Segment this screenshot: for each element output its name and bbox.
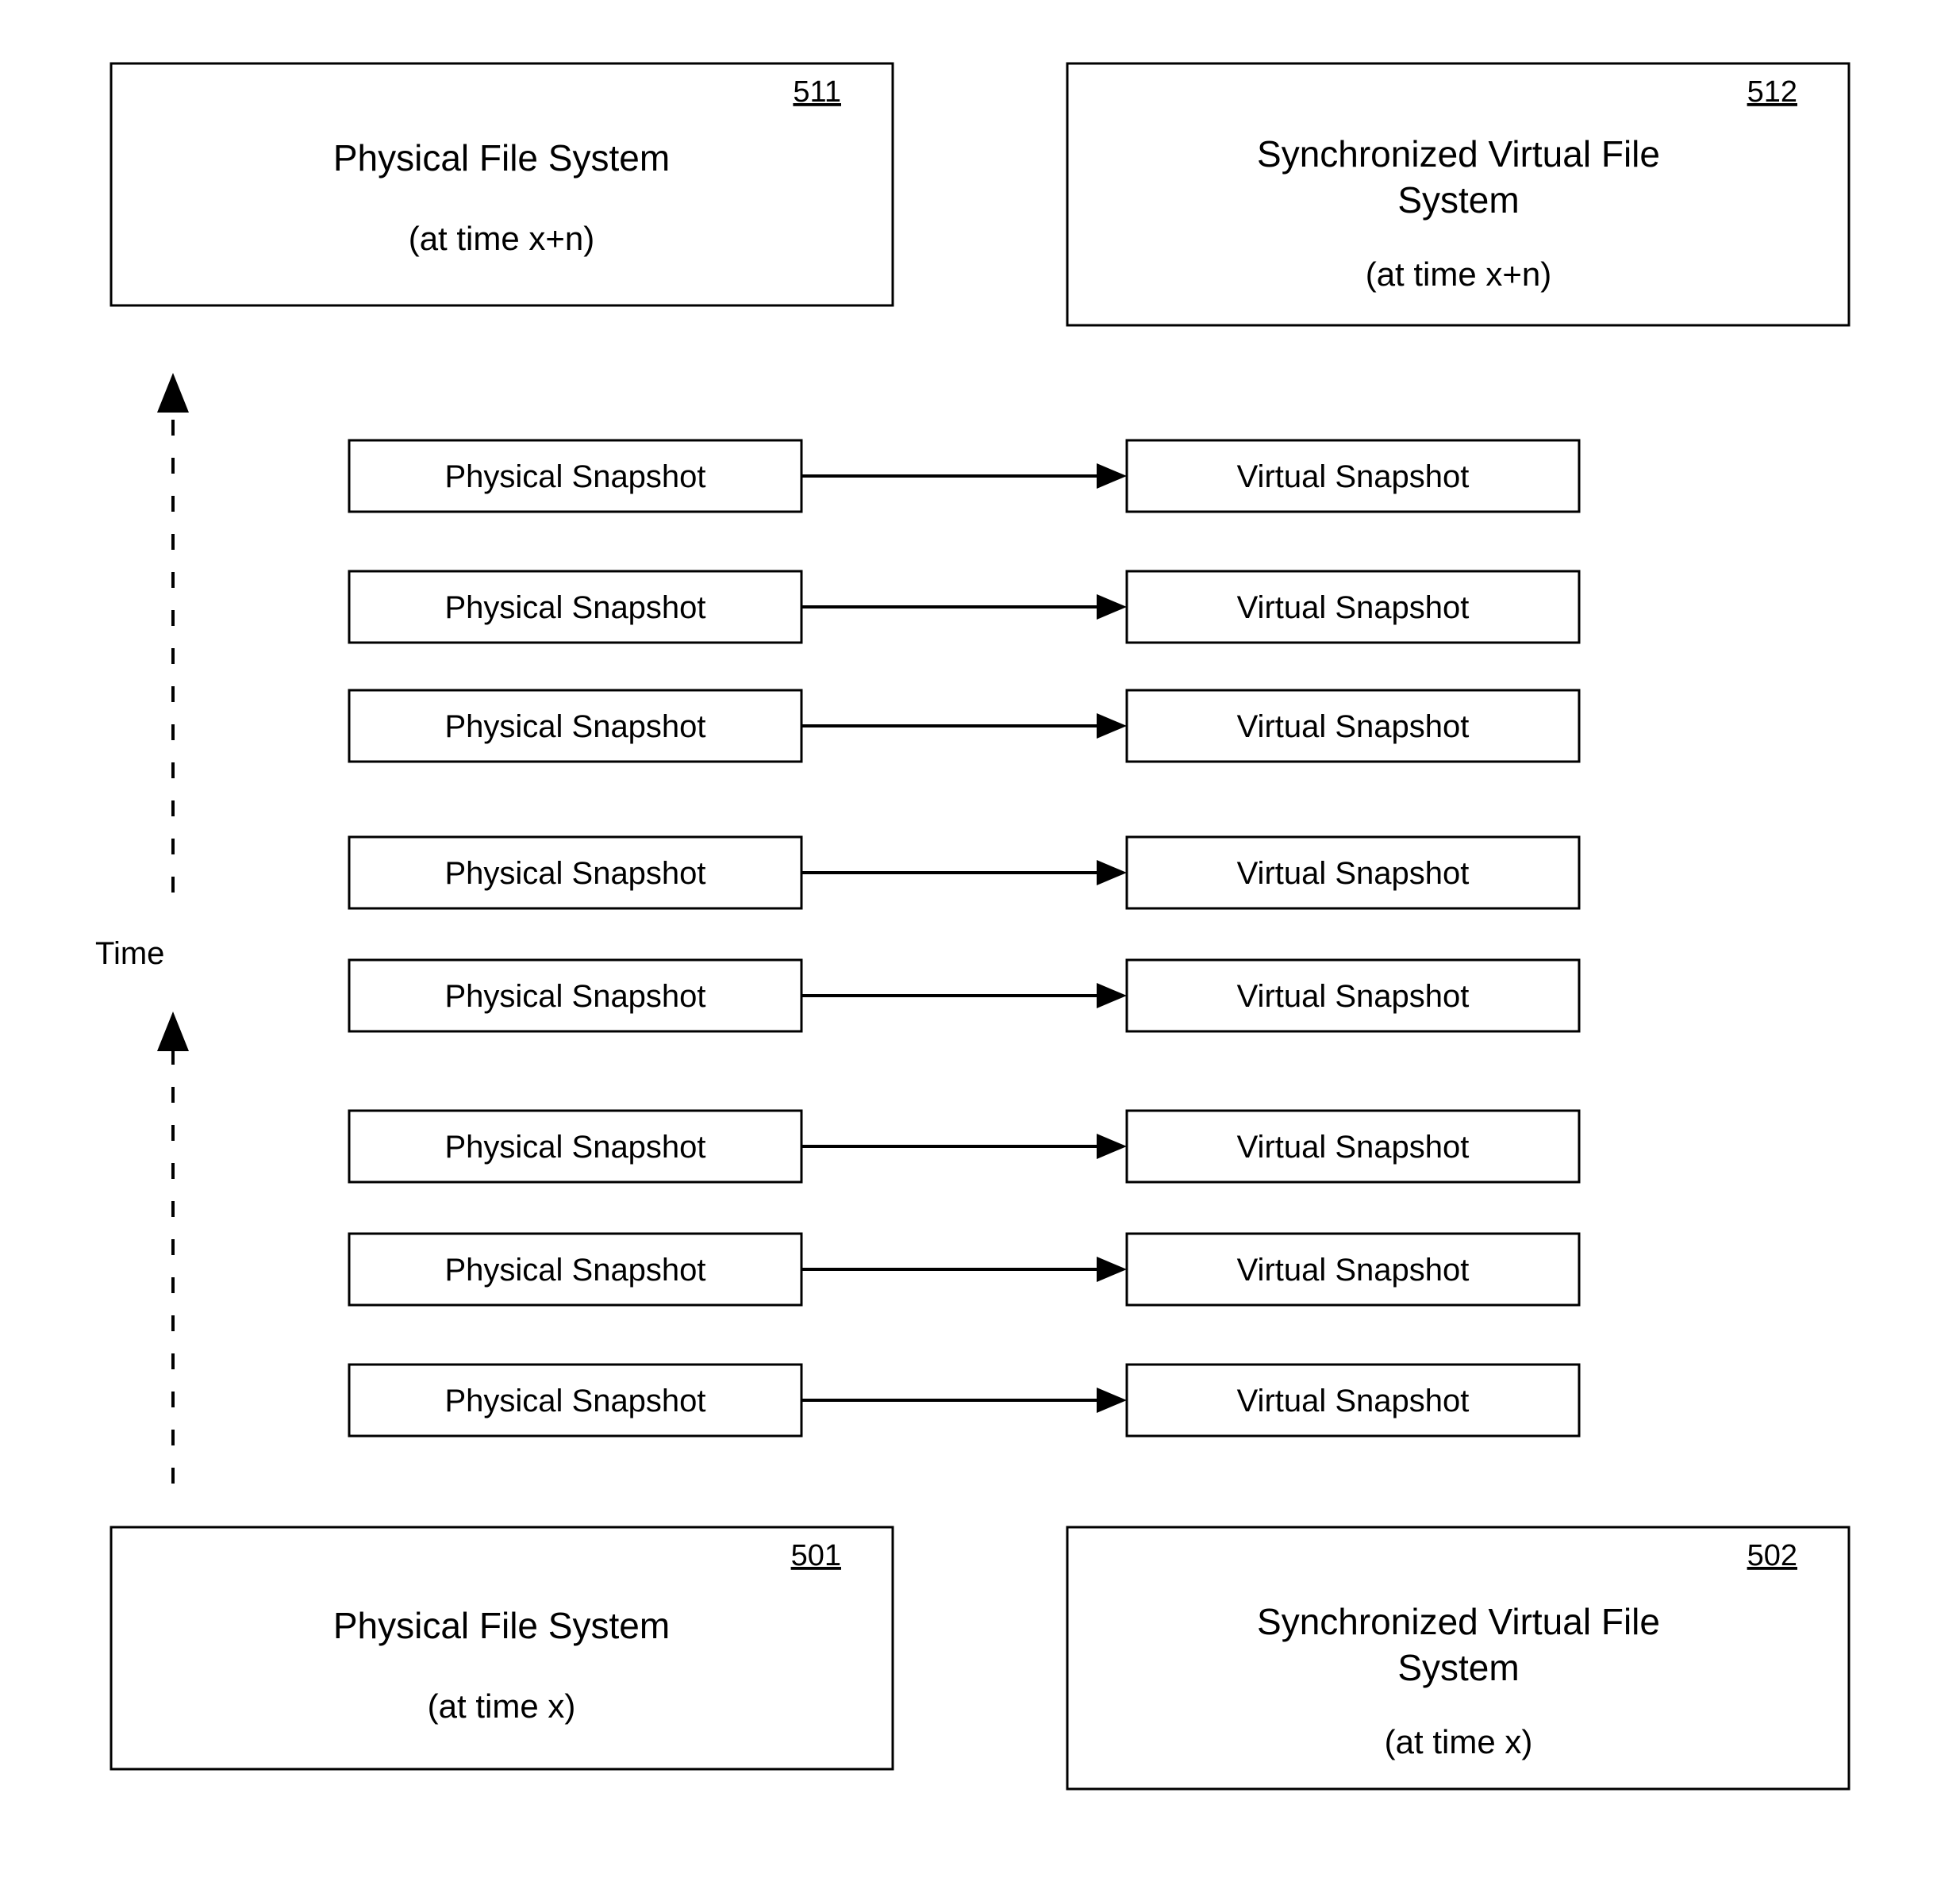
- ref-511: 511: [793, 75, 841, 109]
- label-virtual-file-system-x-2: System: [1397, 1647, 1519, 1688]
- box-physical-file-system-x: 501 Physical File System (at time x): [111, 1527, 893, 1769]
- snapshot-row: Physical Snapshot Virtual Snapshot: [349, 440, 1579, 512]
- arrow-right-icon: [1097, 463, 1127, 489]
- arrow-right-icon: [1097, 1257, 1127, 1282]
- label-virtual-file-system-xn-1: Synchronized Virtual File: [1257, 133, 1660, 175]
- label-time-x-right: (at time x): [1385, 1723, 1533, 1760]
- arrow-right-icon: [1097, 594, 1127, 620]
- arrow-right-icon: [1097, 1134, 1127, 1159]
- label-time-xn-left: (at time x+n): [409, 220, 595, 257]
- ref-501: 501: [791, 1539, 841, 1572]
- physical-snapshot-label: Physical Snapshot: [444, 459, 705, 494]
- box-virtual-file-system-x: 502 Synchronized Virtual File System (at…: [1067, 1527, 1849, 1789]
- box-physical-file-system-xn: 511 Physical File System (at time x+n): [111, 63, 893, 305]
- label-physical-file-system-x: Physical File System: [333, 1605, 670, 1646]
- time-axis: Time: [95, 373, 189, 1484]
- label-time-x-left: (at time x): [428, 1687, 576, 1725]
- snapshot-row: Physical Snapshot Virtual Snapshot: [349, 1111, 1579, 1182]
- arrow-right-icon: [1097, 983, 1127, 1008]
- ref-502: 502: [1747, 1539, 1797, 1572]
- virtual-snapshot-label: Virtual Snapshot: [1237, 856, 1470, 891]
- arrow-right-icon: [1097, 713, 1127, 739]
- label-physical-file-system-xn: Physical File System: [333, 137, 670, 179]
- label-time-xn-right: (at time x+n): [1366, 255, 1552, 293]
- label-virtual-file-system-x-1: Synchronized Virtual File: [1257, 1601, 1660, 1642]
- virtual-snapshot-label: Virtual Snapshot: [1237, 1253, 1470, 1288]
- virtual-snapshot-label: Virtual Snapshot: [1237, 709, 1470, 744]
- snapshot-row: Physical Snapshot Virtual Snapshot: [349, 571, 1579, 643]
- snapshot-row: Physical Snapshot Virtual Snapshot: [349, 837, 1579, 908]
- snapshot-row: Physical Snapshot Virtual Snapshot: [349, 960, 1579, 1031]
- physical-snapshot-label: Physical Snapshot: [444, 709, 705, 744]
- label-time: Time: [95, 936, 164, 971]
- virtual-snapshot-label: Virtual Snapshot: [1237, 979, 1470, 1014]
- arrow-up-icon: [157, 1012, 189, 1051]
- physical-snapshot-label: Physical Snapshot: [444, 979, 705, 1014]
- virtual-snapshot-label: Virtual Snapshot: [1237, 459, 1470, 494]
- arrow-up-icon: [157, 373, 189, 413]
- box-virtual-file-system-xn: 512 Synchronized Virtual File System (at…: [1067, 63, 1849, 325]
- physical-snapshot-label: Physical Snapshot: [444, 856, 705, 891]
- arrow-right-icon: [1097, 860, 1127, 885]
- physical-snapshot-label: Physical Snapshot: [444, 1384, 705, 1418]
- label-virtual-file-system-xn-2: System: [1397, 179, 1519, 221]
- arrow-right-icon: [1097, 1388, 1127, 1413]
- virtual-snapshot-label: Virtual Snapshot: [1237, 590, 1470, 625]
- snapshot-row: Physical Snapshot Virtual Snapshot: [349, 1234, 1579, 1305]
- physical-snapshot-label: Physical Snapshot: [444, 1130, 705, 1165]
- physical-snapshot-label: Physical Snapshot: [444, 590, 705, 625]
- virtual-snapshot-label: Virtual Snapshot: [1237, 1384, 1470, 1418]
- virtual-snapshot-label: Virtual Snapshot: [1237, 1130, 1470, 1165]
- ref-512: 512: [1747, 75, 1797, 109]
- physical-snapshot-label: Physical Snapshot: [444, 1253, 705, 1288]
- snapshot-row: Physical Snapshot Virtual Snapshot: [349, 1365, 1579, 1436]
- snapshot-row: Physical Snapshot Virtual Snapshot: [349, 690, 1579, 762]
